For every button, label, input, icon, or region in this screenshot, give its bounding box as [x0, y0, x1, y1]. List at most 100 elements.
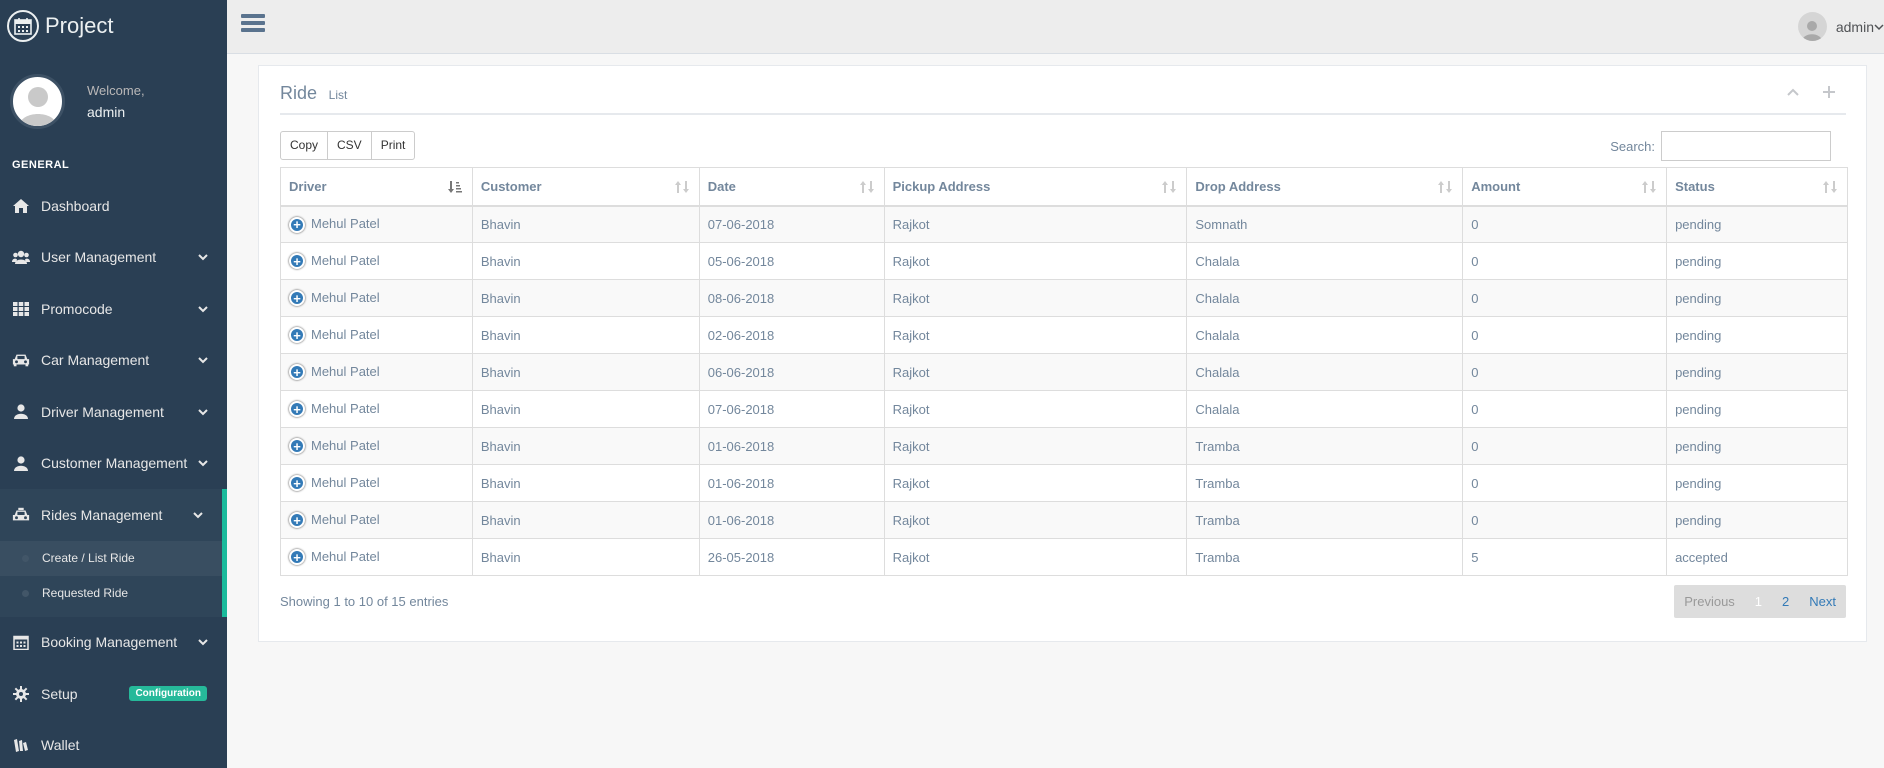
table-info: Showing 1 to 10 of 15 entries	[280, 594, 449, 609]
cell-value: Chalala	[1195, 401, 1240, 417]
sidebar-item-driver-management[interactable]: Driver Management	[0, 386, 227, 438]
table-cell: + Mehul Patel	[280, 538, 473, 576]
column-header-amount[interactable]: Amount	[1462, 167, 1668, 207]
table-row[interactable]: + Mehul Patel Bhavin 06-06-2018 Rajkot Chalal…	[280, 353, 1848, 391]
table-header-row: Driver Customer Date Pickup Address Drop…	[280, 167, 1848, 207]
sidebar-item-label: Customer Management	[41, 455, 188, 472]
expand-row-icon[interactable]: +	[289, 512, 305, 529]
table-cell: + Mehul Patel	[280, 316, 473, 354]
sidebar-item-user-management[interactable]: User Management	[0, 232, 227, 284]
expand-row-icon[interactable]: +	[289, 438, 305, 455]
pagination-page-1[interactable]: 1	[1745, 594, 1772, 609]
brand[interactable]: Project	[0, 0, 227, 52]
table-row[interactable]: + Mehul Patel Bhavin 26-05-2018 Rajkot Tramba…	[280, 538, 1848, 576]
column-label: Drop Address	[1195, 178, 1281, 194]
table-cell: Bhavin	[471, 205, 700, 243]
copy-button[interactable]: Copy	[280, 131, 329, 160]
table-cell: Chalala	[1186, 242, 1464, 280]
plus-icon[interactable]	[1820, 83, 1838, 101]
menu-toggle-button[interactable]	[241, 14, 265, 36]
pagination-next[interactable]: Next	[1799, 594, 1846, 609]
cell-value: Mehul Patel	[311, 400, 380, 416]
table-cell: Chalala	[1186, 279, 1464, 317]
sidebar-item-booking-management[interactable]: Booking Management	[0, 617, 227, 669]
cell-value: Rajkot	[892, 438, 930, 454]
sidebar-subitem-requested-ride[interactable]: Requested Ride	[0, 576, 222, 611]
table-row[interactable]: + Mehul Patel Bhavin 01-06-2018 Rajkot Tramba…	[280, 464, 1848, 502]
cell-value: 06-06-2018	[707, 364, 775, 380]
table-cell: Chalala	[1186, 353, 1464, 391]
cell-value: 0	[1471, 512, 1479, 528]
table-cell: + Mehul Patel	[280, 242, 473, 280]
collapse-icon[interactable]	[1784, 83, 1802, 101]
column-label: Driver	[289, 178, 327, 194]
sidebar-item-label: Setup	[41, 685, 78, 702]
column-header-status[interactable]: Status	[1666, 167, 1848, 207]
ride-panel: Ride List Copy CSV Print Search: Driver …	[258, 65, 1867, 642]
expand-row-icon[interactable]: +	[289, 475, 305, 492]
column-header-date[interactable]: Date	[698, 167, 885, 207]
cell-value: pending	[1675, 253, 1722, 269]
pagination-page-2[interactable]: 2	[1772, 594, 1799, 609]
profile-name: admin	[87, 103, 126, 120]
expand-row-icon[interactable]: +	[289, 327, 305, 344]
cell-value: 5	[1471, 549, 1479, 565]
cell-value: 07-06-2018	[707, 401, 775, 417]
expand-row-icon[interactable]: +	[289, 401, 305, 418]
sidebar-item-label: Booking Management	[41, 634, 178, 651]
search-input[interactable]	[1661, 131, 1831, 161]
csv-button[interactable]: CSV	[327, 131, 372, 160]
column-header-drop-address[interactable]: Drop Address	[1186, 167, 1464, 207]
sidebar-item-dashboard[interactable]: Dashboard	[0, 180, 227, 232]
table-row[interactable]: + Mehul Patel Bhavin 08-06-2018 Rajkot Chalal…	[280, 279, 1848, 317]
column-label: Date	[707, 178, 736, 194]
table-cell: 5	[1462, 538, 1668, 576]
cell-value: Chalala	[1195, 290, 1240, 306]
column-header-driver[interactable]: Driver	[280, 167, 473, 207]
cell-value: Rajkot	[892, 290, 930, 306]
sidebar-item-wallet[interactable]: Wallet	[0, 720, 227, 768]
column-header-pickup-address[interactable]: Pickup Address	[883, 167, 1188, 207]
table-cell: Bhavin	[471, 501, 700, 539]
table-cell: + Mehul Patel	[280, 501, 473, 539]
user-menu[interactable]: admin	[1797, 12, 1884, 41]
sidebar-subitem-create-list-ride[interactable]: Create / List Ride	[0, 540, 222, 576]
pagination-previous[interactable]: Previous	[1674, 594, 1745, 609]
users-icon	[12, 248, 30, 266]
table-cell: 0	[1462, 205, 1668, 243]
table-cell: Somnath	[1186, 205, 1464, 243]
table-cell: Rajkot	[883, 316, 1188, 354]
table-cell: Rajkot	[883, 279, 1188, 317]
table-cell: accepted	[1666, 538, 1848, 576]
search: Search:	[1610, 131, 1831, 161]
column-header-customer[interactable]: Customer	[471, 167, 700, 207]
expand-row-icon[interactable]: +	[289, 364, 305, 381]
table-row[interactable]: + Mehul Patel Bhavin 07-06-2018 Rajkot Chalal…	[280, 390, 1848, 428]
print-button[interactable]: Print	[370, 131, 416, 160]
sidebar-item-customer-management[interactable]: Customer Management	[0, 438, 227, 490]
top-navbar: admin	[227, 0, 1884, 54]
table-cell: Bhavin	[471, 464, 700, 502]
expand-row-icon[interactable]: +	[289, 549, 305, 566]
sidebar-item-promocode[interactable]: Promocode	[0, 283, 227, 335]
sidebar-item-setup[interactable]: Setup Configuration	[0, 668, 227, 720]
table-row[interactable]: + Mehul Patel Bhavin 01-06-2018 Rajkot Tramba…	[280, 427, 1848, 465]
cell-value: Mehul Patel	[311, 363, 380, 379]
expand-row-icon[interactable]: +	[289, 290, 305, 307]
table-cell: pending	[1666, 390, 1848, 428]
table-row[interactable]: + Mehul Patel Bhavin 01-06-2018 Rajkot Tramba…	[280, 501, 1848, 539]
table-cell: Tramba	[1186, 538, 1464, 576]
cell-value: Bhavin	[480, 327, 521, 343]
sidebar-item-rides-management[interactable]: Rides Management	[0, 489, 227, 541]
table-row[interactable]: + Mehul Patel Bhavin 07-06-2018 Rajkot Somnat…	[280, 205, 1848, 243]
grid-icon	[12, 300, 30, 318]
table-cell: Rajkot	[883, 538, 1188, 576]
cell-value: Rajkot	[892, 401, 930, 417]
cell-value: Rajkot	[892, 475, 930, 491]
table-row[interactable]: + Mehul Patel Bhavin 05-06-2018 Rajkot Chalal…	[280, 242, 1848, 280]
expand-row-icon[interactable]: +	[289, 253, 305, 270]
expand-row-icon[interactable]: +	[289, 216, 305, 233]
table-row[interactable]: + Mehul Patel Bhavin 02-06-2018 Rajkot Chalal…	[280, 316, 1848, 354]
table-cell: 0	[1462, 242, 1668, 280]
sidebar-item-car-management[interactable]: Car Management	[0, 335, 227, 387]
